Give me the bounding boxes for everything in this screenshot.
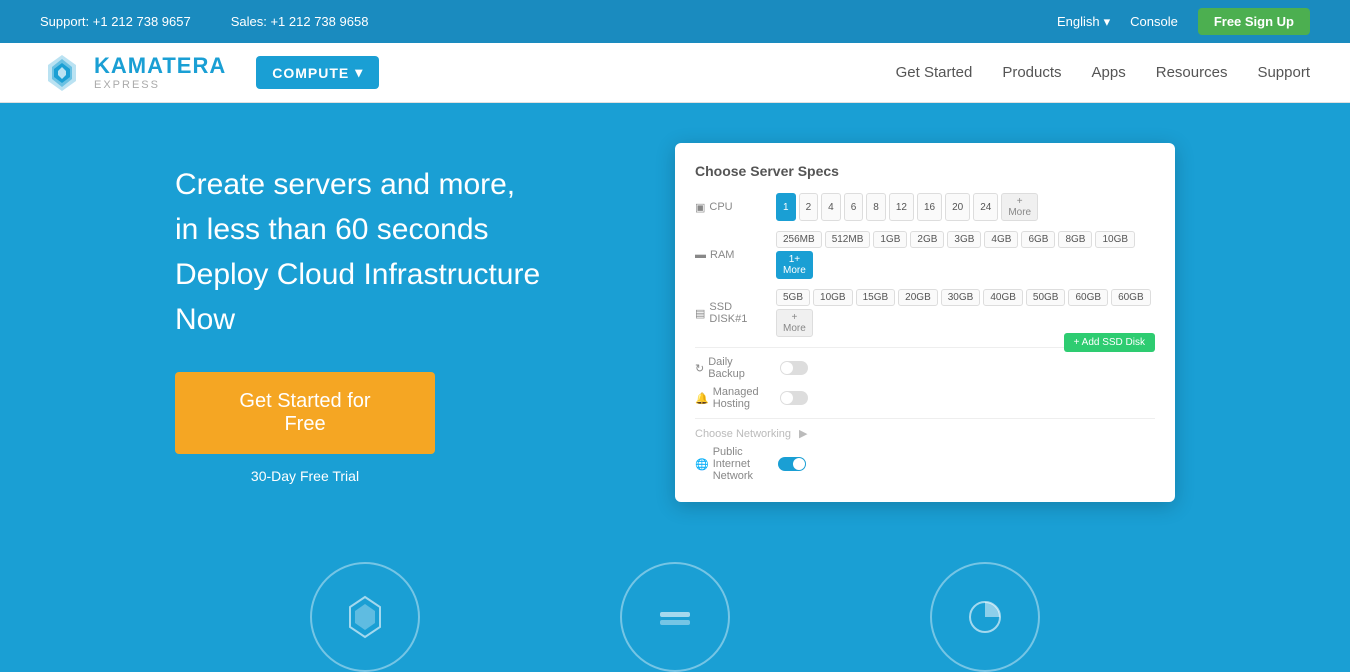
ram-opt-1gb[interactable]: 1GB xyxy=(873,231,907,248)
panel-title: Choose Server Specs xyxy=(695,163,1155,179)
daily-backup-row: ↻ Daily Backup xyxy=(695,356,1155,380)
ssd-opt-10gb[interactable]: 10GB xyxy=(813,289,853,306)
ssd-opt-more[interactable]: +More xyxy=(776,309,813,337)
cpu-opt-4[interactable]: 4 xyxy=(821,193,841,221)
public-internet-label: 🌐 Public Internet Network xyxy=(695,446,770,482)
ssd-opt-50gb[interactable]: 50GB xyxy=(1026,289,1066,306)
ssd-opt-40gb[interactable]: 40GB xyxy=(983,289,1023,306)
ram-options: 256MB 512MB 1GB 2GB 3GB 4GB 6GB 8GB 10GB… xyxy=(776,231,1155,279)
ssd-opt-60gb-1[interactable]: 60GB xyxy=(1068,289,1108,306)
ssd-row: ▤ SSD DISK#1 5GB 10GB 15GB 20GB 30GB 40G… xyxy=(695,289,1155,337)
cpu-opt-1[interactable]: 1 xyxy=(776,193,796,221)
top-bar-right: English ▾ Console Free Sign Up xyxy=(1057,8,1310,35)
ssd-label: ▤ SSD DISK#1 xyxy=(695,301,770,325)
public-internet-toggle[interactable] xyxy=(778,457,806,471)
bottom-circle-2 xyxy=(620,562,730,672)
sales-contact: Sales: +1 212 738 9658 xyxy=(231,14,369,29)
ram-icon: ▬ xyxy=(695,249,706,261)
ram-opt-more[interactable]: 1+More xyxy=(776,251,813,279)
hero-text: Create servers and more, in less than 60… xyxy=(175,162,595,484)
bottom-circle-1 xyxy=(310,562,420,672)
ssd-opt-15gb[interactable]: 15GB xyxy=(856,289,896,306)
navbar: KAMATERA EXPRESS COMPUTE ▾ Get Started P… xyxy=(0,43,1350,103)
ram-opt-10gb[interactable]: 10GB xyxy=(1095,231,1135,248)
kamatera-logo-icon xyxy=(40,51,84,95)
logo-name: KAMATERA xyxy=(94,53,226,79)
nav-support[interactable]: Support xyxy=(1257,64,1310,81)
logo-area: KAMATERA EXPRESS xyxy=(40,51,226,95)
top-bar-left: Support: +1 212 738 9657 Sales: +1 212 7… xyxy=(40,14,368,29)
free-signup-button[interactable]: Free Sign Up xyxy=(1198,8,1310,35)
cpu-opt-20[interactable]: 20 xyxy=(945,193,970,221)
support-contact: Support: +1 212 738 9657 xyxy=(40,14,191,29)
ram-opt-8gb[interactable]: 8GB xyxy=(1058,231,1092,248)
cpu-opt-2[interactable]: 2 xyxy=(799,193,819,221)
cpu-icon: ▣ xyxy=(695,201,705,214)
cpu-opt-more[interactable]: +More xyxy=(1001,193,1038,221)
trial-text: 30-Day Free Trial xyxy=(175,468,435,484)
chevron-down-icon: ▾ xyxy=(355,64,363,81)
cpu-row: ▣ CPU 1 2 4 6 8 12 16 20 24 +More xyxy=(695,193,1155,221)
ssd-options: 5GB 10GB 15GB 20GB 30GB 40GB 50GB 60GB 6… xyxy=(776,289,1155,337)
ram-opt-3gb[interactable]: 3GB xyxy=(947,231,981,248)
managed-hosting-row: 🔔 Managed Hosting xyxy=(695,386,1155,410)
ram-opt-512mb[interactable]: 512MB xyxy=(825,231,871,248)
ram-opt-256mb[interactable]: 256MB xyxy=(776,231,822,248)
ram-opt-2gb[interactable]: 2GB xyxy=(910,231,944,248)
ssd-opt-30gb[interactable]: 30GB xyxy=(941,289,981,306)
cpu-opt-16[interactable]: 16 xyxy=(917,193,942,221)
managed-hosting-label: 🔔 Managed Hosting xyxy=(695,386,770,410)
nav-links: Get Started Products Apps Resources Supp… xyxy=(896,64,1310,81)
console-link[interactable]: Console xyxy=(1130,14,1178,29)
choose-networking-row: Choose Networking ▶ xyxy=(695,418,1155,440)
public-internet-row: 🌐 Public Internet Network xyxy=(695,446,1155,482)
cpu-options: 1 2 4 6 8 12 16 20 24 +More xyxy=(776,193,1038,221)
language-selector[interactable]: English ▾ xyxy=(1057,14,1110,30)
bottom-circle-3 xyxy=(930,562,1040,672)
backup-icon: ↻ xyxy=(695,362,704,375)
daily-backup-label: ↻ Daily Backup xyxy=(695,356,770,380)
nav-resources[interactable]: Resources xyxy=(1156,64,1228,81)
cpu-opt-24[interactable]: 24 xyxy=(973,193,998,221)
cpu-opt-8[interactable]: 8 xyxy=(866,193,886,221)
ssd-icon: ▤ xyxy=(695,307,705,320)
cpu-label: ▣ CPU xyxy=(695,201,770,214)
daily-backup-toggle[interactable] xyxy=(780,361,808,375)
chevron-down-icon: ▾ xyxy=(1104,14,1111,30)
divider xyxy=(695,347,1064,348)
ram-label: ▬ RAM xyxy=(695,249,770,261)
ssd-opt-60gb-2[interactable]: 60GB xyxy=(1111,289,1151,306)
cpu-opt-6[interactable]: 6 xyxy=(844,193,864,221)
cpu-opt-12[interactable]: 12 xyxy=(889,193,914,221)
ram-opt-4gb[interactable]: 4GB xyxy=(984,231,1018,248)
bottom-section xyxy=(0,542,1350,672)
logo-text: KAMATERA EXPRESS xyxy=(94,53,226,93)
ram-opt-6gb[interactable]: 6GB xyxy=(1021,231,1055,248)
hero-title: Create servers and more, in less than 60… xyxy=(175,162,595,342)
logo-sub: EXPRESS xyxy=(94,79,226,92)
nav-products[interactable]: Products xyxy=(1002,64,1061,81)
ssd-opt-5gb[interactable]: 5GB xyxy=(776,289,810,306)
ram-row: ▬ RAM 256MB 512MB 1GB 2GB 3GB 4GB 6GB 8G… xyxy=(695,231,1155,279)
top-bar: Support: +1 212 738 9657 Sales: +1 212 7… xyxy=(0,0,1350,43)
cta-button[interactable]: Get Started for Free xyxy=(175,372,435,454)
nav-apps[interactable]: Apps xyxy=(1092,64,1126,81)
hosting-icon: 🔔 xyxy=(695,392,709,405)
compute-dropdown[interactable]: COMPUTE ▾ xyxy=(256,56,379,89)
internet-icon: 🌐 xyxy=(695,458,709,471)
networking-arrow-icon: ▶ xyxy=(799,427,807,440)
nav-get-started[interactable]: Get Started xyxy=(896,64,973,81)
hero-section: Create servers and more, in less than 60… xyxy=(0,103,1350,542)
ssd-opt-20gb[interactable]: 20GB xyxy=(898,289,938,306)
config-panel: Choose Server Specs ▣ CPU 1 2 4 6 8 12 1… xyxy=(675,143,1175,502)
managed-hosting-toggle[interactable] xyxy=(780,391,808,405)
